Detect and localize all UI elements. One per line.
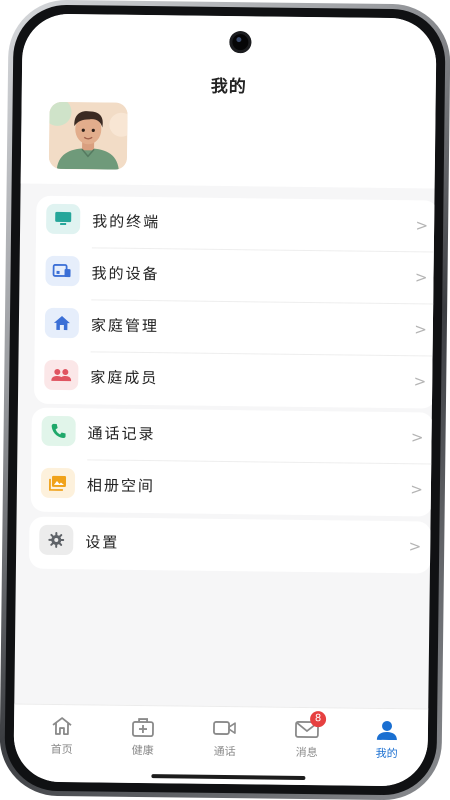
menu-item-label: 我的设备 <box>91 264 160 284</box>
menu-item-label: 设置 <box>85 533 120 552</box>
menu-card-settings: 设置 > <box>28 516 432 574</box>
tab-label: 消息 <box>295 745 318 760</box>
menu-item-label: 我的终端 <box>92 212 161 232</box>
tab-call[interactable]: 通话 <box>195 715 256 764</box>
mail-icon: 8 <box>277 711 337 743</box>
menu-card-media: 通话记录 > 相册空间 > <box>30 407 434 517</box>
menu-item-photo-album[interactable]: 相册空间 > <box>31 460 434 517</box>
phone-icon <box>51 423 66 439</box>
devices-icon-box <box>45 255 80 287</box>
monitor-icon <box>55 211 72 226</box>
phone-frame: 我的 我的终端 > 我的设备 > 家庭管理 > 家庭成员 > 通话记录 > 相册… <box>0 0 450 800</box>
home-icon-box <box>44 307 80 339</box>
video-call-icon <box>195 715 255 742</box>
home-outline-icon <box>32 713 92 740</box>
gear-icon-box <box>39 524 74 556</box>
tab-label: 通话 <box>213 744 236 759</box>
group-icon <box>51 368 72 382</box>
chevron-right-icon: > <box>414 268 428 287</box>
tab-label: 我的 <box>375 746 398 761</box>
chevron-right-icon: > <box>414 320 427 339</box>
home-indicator[interactable] <box>151 774 306 781</box>
chevron-right-icon: > <box>415 216 429 235</box>
tab-label: 健康 <box>131 743 154 758</box>
menu-item-label: 家庭成员 <box>90 368 159 388</box>
profile-header: 我的 <box>20 13 437 189</box>
tab-me[interactable]: 我的 <box>357 717 418 766</box>
phone-bezel: 我的 我的终端 > 我的设备 > 家庭管理 > 家庭成员 > 通话记录 > 相册… <box>4 4 446 796</box>
menu-item-settings[interactable]: 设置 > <box>29 517 432 574</box>
chevron-right-icon: > <box>410 480 424 499</box>
menu-item-label: 通话记录 <box>87 424 156 444</box>
menu-item-family-members[interactable]: 家庭成员 > <box>34 352 437 409</box>
menu-item-family-management[interactable]: 家庭管理 > <box>35 300 437 357</box>
menu-item-label: 相册空间 <box>86 476 156 496</box>
menu-item-my-devices[interactable]: 我的设备 > <box>35 248 437 305</box>
photo-album-icon-box <box>40 467 76 499</box>
tab-health[interactable]: 健康 <box>113 714 174 763</box>
menu-card-account: 我的终端 > 我的设备 > 家庭管理 > 家庭成员 > <box>33 195 437 409</box>
chevron-right-icon: > <box>408 537 422 556</box>
medical-kit-icon <box>113 714 173 741</box>
tab-home[interactable]: 首页 <box>32 713 93 762</box>
user-avatar[interactable] <box>48 101 128 170</box>
devices-icon <box>52 264 71 278</box>
chevron-right-icon: > <box>413 372 427 391</box>
unread-badge: 8 <box>310 711 327 728</box>
phone-icon-box <box>41 415 76 447</box>
person-icon <box>357 717 417 744</box>
photo-album-icon <box>48 475 67 491</box>
group-icon-box <box>44 359 79 391</box>
app-screen: 我的 我的终端 > 我的设备 > 家庭管理 > 家庭成员 > 通话记录 > 相册… <box>13 13 437 787</box>
gear-icon <box>48 531 65 548</box>
chevron-right-icon: > <box>410 428 424 447</box>
menu-item-my-terminal[interactable]: 我的终端 > <box>36 196 437 253</box>
home-icon <box>53 316 70 331</box>
monitor-icon-box <box>46 203 81 235</box>
page-title: 我的 <box>210 76 247 98</box>
menu-item-call-history[interactable]: 通话记录 > <box>31 408 434 465</box>
front-camera <box>229 31 252 54</box>
tab-label: 首页 <box>50 742 73 757</box>
bottom-tab-bar: 首页 健康 通话 8 消息 我的 <box>13 703 429 787</box>
tab-messages[interactable]: 8 消息 <box>277 711 338 765</box>
menu-item-label: 家庭管理 <box>90 316 160 336</box>
